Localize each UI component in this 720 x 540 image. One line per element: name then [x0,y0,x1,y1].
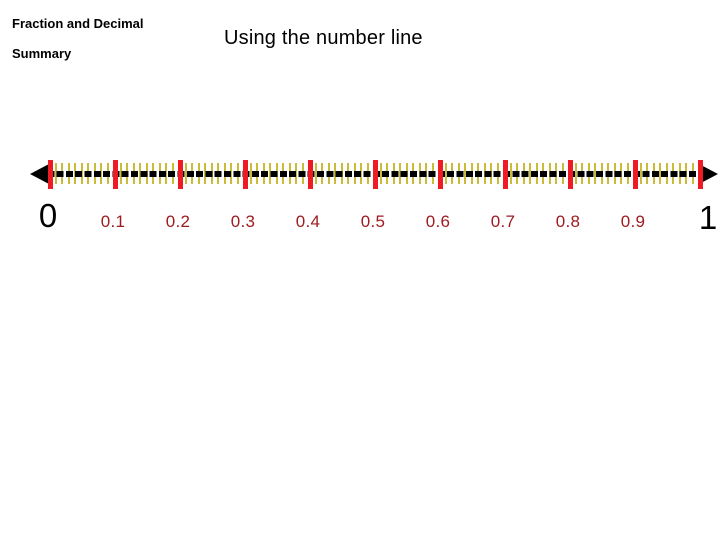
major-tick [568,160,573,189]
major-tick [373,160,378,189]
major-tick [438,160,443,189]
number-line-start-label: 0 [38,197,58,234]
major-tick [308,160,313,189]
tick-label: 0.8 [555,212,581,231]
tick-label: 0.2 [165,212,191,231]
slide-subtitle: Fraction and Decimal Summary [12,16,144,61]
tick-label: 0.6 [425,212,451,231]
tick-label: 0.4 [295,212,321,231]
major-tick [243,160,248,189]
major-tick [178,160,183,189]
major-tick [503,160,508,189]
tick-label: 0.3 [230,212,256,231]
tick-label: 0.7 [490,212,516,231]
number-line-end-label: 1 [698,199,718,236]
arrow-left-icon [30,164,49,184]
major-tick [48,160,53,189]
major-tick [698,160,703,189]
page-title: Using the number line [224,27,423,49]
number-line-diagram [0,150,720,250]
tick-label: 0.5 [360,212,386,231]
tick-label: 0.1 [100,212,126,231]
slide-canvas: Fraction and Decimal Summary Using the n… [0,0,720,540]
tick-label: 0.9 [620,212,646,231]
major-tick [633,160,638,189]
major-tick [113,160,118,189]
